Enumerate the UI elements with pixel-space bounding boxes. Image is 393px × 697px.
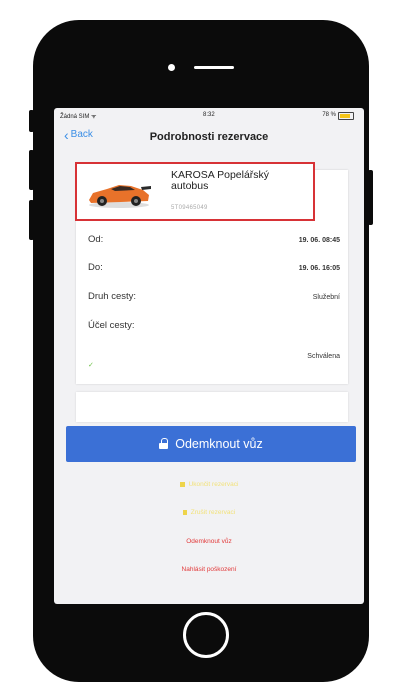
navigation-bar: ‹ Back Podrobnosti rezervace: [54, 122, 364, 150]
lock-icon: [159, 437, 169, 449]
battery-icon: [338, 112, 354, 120]
speaker-grille: [194, 66, 234, 69]
detail-label-from: Od:: [88, 234, 104, 245]
carrier-label: Žádná SIM ᯤ: [60, 114, 97, 120]
stop-icon: [179, 481, 185, 487]
status-badge: Schválena: [307, 353, 340, 360]
app-screen: Žádná SIM ᯤ 8:32 78 % ‹ Back Podrobnosti…: [54, 108, 364, 604]
phone-side-button-left-bottom: [29, 200, 34, 240]
home-button[interactable]: [183, 612, 229, 658]
detail-label-trip-type: Druh cesty:: [88, 291, 137, 302]
page-title: Podrobnosti rezervace: [149, 131, 269, 143]
detail-value-from: 19. 06. 08:45: [298, 237, 340, 244]
cancel-reservation-label: Zrušit rezervaci: [190, 509, 236, 516]
phone-side-button-left-mid: [29, 150, 34, 190]
end-reservation-label: Ukončit rezervaci: [188, 481, 239, 488]
phone-side-button-right: [368, 170, 373, 225]
detail-value-to: 19. 06. 16:05: [298, 265, 340, 272]
status-bar: Žádná SIM ᯤ 8:32 78 %: [54, 108, 364, 122]
unlock-vehicle-label: Odemknout vůz: [175, 437, 263, 451]
check-icon: ✓: [88, 362, 94, 369]
cancel-reservation-link[interactable]: Zrušit rezervaci: [54, 509, 364, 516]
trash-icon: [182, 509, 187, 515]
detail-label-to: Do:: [88, 262, 103, 273]
vehicle-name: KAROSA Popelářský autobus: [171, 169, 270, 192]
report-damage-link[interactable]: Nahlásit poškození: [54, 566, 364, 573]
phone-side-button-left-top: [29, 110, 34, 132]
status-time: 8:32: [203, 112, 215, 118]
vehicle-plate: 5T09465049: [171, 205, 208, 211]
camera-dot: [168, 64, 175, 71]
orange-sports-car-image: [89, 185, 151, 208]
unlock-vehicle-button[interactable]: Odemknout vůz: [66, 426, 356, 462]
battery-percent: 78 %: [322, 112, 336, 118]
secondary-card: [76, 392, 348, 422]
unlock-vehicle-link[interactable]: Odemknout vůz: [54, 538, 364, 545]
detail-label-trip-purpose: Účel cesty:: [88, 320, 135, 331]
detail-value-trip-type: Služební: [312, 294, 340, 301]
vehicle-summary[interactable]: KAROSA Popelářský autobus 5T09465049: [75, 162, 315, 221]
end-reservation-link[interactable]: Ukončit rezervaci: [54, 481, 364, 488]
